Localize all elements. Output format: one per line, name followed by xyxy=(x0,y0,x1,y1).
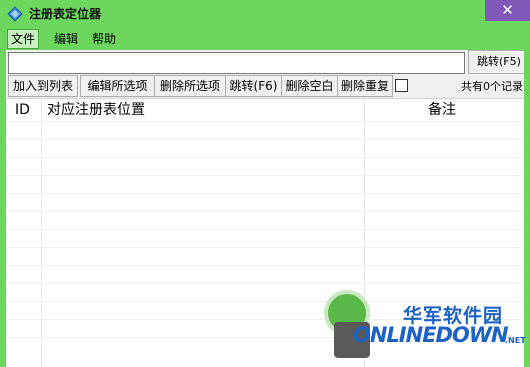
menu-bar: 文件 编辑 帮助 xyxy=(6,28,524,50)
watermark-en-text: ONLINEDOWN xyxy=(353,323,509,347)
jump-f5-button[interactable]: 跳转(F5) xyxy=(468,50,524,74)
row-line xyxy=(7,175,524,176)
row-line xyxy=(7,211,524,212)
delete-selected-button[interactable]: 删除所选项 xyxy=(154,75,226,97)
app-window: 注册表定位器 ✕ 文件 编辑 帮助 跳转(F5) 加入到列表 编辑所选项 删除所… xyxy=(0,0,530,367)
toolbar: 加入到列表 编辑所选项 删除所选项 跳转(F6) 删除空白 删除重复 共有0个记… xyxy=(6,75,524,97)
menu-edit[interactable]: 编辑 xyxy=(51,30,81,48)
record-count: 共有0个记录 xyxy=(461,80,523,93)
column-header-note[interactable]: 备注 xyxy=(428,99,456,121)
row-line xyxy=(7,193,524,194)
row-line xyxy=(7,247,524,248)
select-checkbox[interactable] xyxy=(395,79,408,92)
row-line xyxy=(7,265,524,266)
registry-app-icon xyxy=(7,6,23,22)
row-line xyxy=(7,157,524,158)
column-header-id[interactable]: ID xyxy=(15,99,30,121)
add-to-list-button[interactable]: 加入到列表 xyxy=(8,75,78,97)
delete-duplicates-button[interactable]: 删除重复 xyxy=(337,75,393,97)
edit-selected-button[interactable]: 编辑所选项 xyxy=(80,75,155,97)
jump-f6-button[interactable]: 跳转(F6) xyxy=(225,75,282,97)
watermark-suffix: .NET xyxy=(505,336,526,345)
menu-file[interactable]: 文件 xyxy=(6,29,40,49)
delete-blank-button[interactable]: 删除空白 xyxy=(281,75,338,97)
row-line xyxy=(7,121,524,122)
close-button[interactable]: ✕ xyxy=(485,0,530,21)
window-title: 注册表定位器 xyxy=(29,7,102,21)
row-line xyxy=(7,229,524,230)
row-line xyxy=(7,283,524,284)
menu-help[interactable]: 帮助 xyxy=(89,30,119,48)
column-header-location[interactable]: 对应注册表位置 xyxy=(47,99,145,121)
title-bar[interactable]: 注册表定位器 ✕ xyxy=(0,0,530,28)
registry-path-input[interactable] xyxy=(8,52,465,74)
row-line xyxy=(7,139,524,140)
